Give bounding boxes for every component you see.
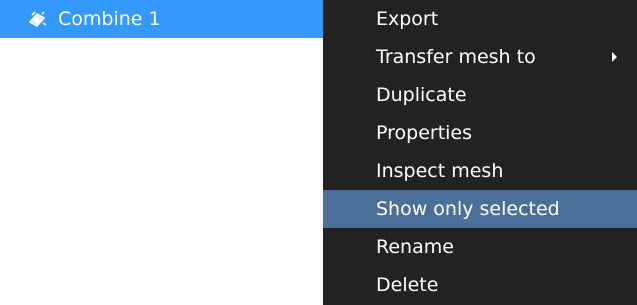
context-menu: Export Transfer mesh to Duplicate Proper… [323, 0, 637, 305]
menu-item-label: Transfer mesh to [376, 46, 536, 68]
menu-item-export[interactable]: Export [323, 0, 637, 38]
gear-object-icon [26, 8, 48, 30]
menu-item-rename[interactable]: Rename [323, 228, 637, 266]
menu-item-duplicate[interactable]: Duplicate [323, 76, 637, 114]
menu-item-show-only-selected[interactable]: Show only selected [323, 190, 637, 228]
menu-item-label: Rename [376, 236, 454, 258]
tree-item-label: Combine 1 [58, 7, 161, 30]
menu-item-label: Duplicate [376, 84, 467, 106]
menu-item-label: Show only selected [376, 198, 560, 220]
menu-item-properties[interactable]: Properties [323, 114, 637, 152]
chevron-right-icon [612, 52, 617, 62]
tree-item-combine-1[interactable]: Combine 1 [0, 0, 323, 38]
menu-item-label: Properties [376, 122, 473, 144]
menu-item-label: Delete [376, 274, 439, 296]
menu-item-delete[interactable]: Delete [323, 266, 637, 304]
menu-item-inspect-mesh[interactable]: Inspect mesh [323, 152, 637, 190]
menu-item-label: Export [376, 8, 439, 30]
menu-item-label: Inspect mesh [376, 160, 504, 182]
menu-item-transfer-mesh-to[interactable]: Transfer mesh to [323, 38, 637, 76]
